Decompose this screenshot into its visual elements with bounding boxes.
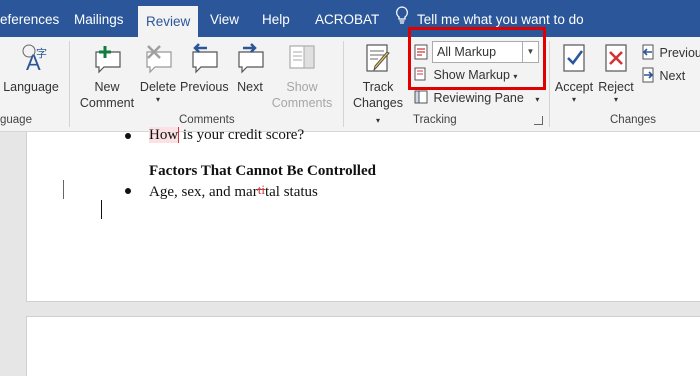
next-change-label: Next — [659, 69, 686, 83]
inserted-text: How — [149, 127, 180, 143]
new-comment-label-2: Comment — [79, 96, 135, 110]
show-comments-label-2: Comments — [271, 96, 333, 110]
highlight-box — [408, 27, 546, 90]
list-item-text: tal status — [264, 184, 318, 200]
accept-icon — [563, 44, 585, 72]
track-changes-button[interactable]: Track Changes ▾ — [350, 43, 406, 129]
language-button[interactable]: A字 Language — [0, 43, 62, 95]
deleted-text: ti — [257, 182, 265, 197]
bullet — [125, 133, 131, 139]
document-page-next[interactable] — [26, 316, 700, 376]
tell-me-text: Tell me what you want to do — [417, 12, 584, 27]
change-bar — [63, 180, 64, 199]
tab-mailings[interactable]: Mailings — [74, 0, 124, 37]
list-item-credit-score[interactable]: How is your credit score? — [149, 127, 304, 144]
next-comment-button[interactable]: Next — [230, 43, 270, 95]
group-divider — [549, 41, 550, 127]
next-comment-icon — [238, 43, 264, 74]
delete-dropdown-icon: ▾ — [155, 95, 160, 104]
new-comment-label-1: New — [94, 80, 120, 94]
reviewing-pane-button[interactable]: Reviewing Pane ▾ — [414, 90, 539, 105]
previous-change-icon — [640, 44, 656, 60]
tab-references[interactable]: eferences — [0, 0, 59, 37]
document-area[interactable]: How is your credit score? Factors That C… — [0, 127, 700, 376]
previous-change-label: Previous — [659, 46, 700, 60]
chevron-down-icon: ▾ — [613, 95, 618, 104]
text-cursor — [101, 200, 102, 219]
section-heading[interactable]: Factors That Cannot Be Controlled — [149, 163, 376, 180]
lightbulb-icon — [395, 0, 409, 40]
reject-icon — [605, 44, 627, 72]
accept-button[interactable]: Accept ▾ — [553, 43, 595, 105]
chevron-down-icon: ▾ — [535, 95, 540, 104]
tracking-group-label: Tracking — [413, 114, 457, 126]
show-comments-icon — [289, 45, 315, 69]
previous-change-button[interactable]: Previous — [640, 44, 700, 60]
delete-label: Delete — [139, 80, 177, 94]
reject-label: Reject — [598, 80, 634, 94]
group-divider — [69, 41, 70, 127]
tab-review[interactable]: Review — [138, 6, 199, 37]
svg-text:字: 字 — [36, 46, 47, 60]
chevron-down-icon: ▾ — [571, 95, 576, 104]
reviewing-pane-icon — [414, 90, 428, 104]
new-comment-icon — [95, 46, 121, 74]
show-comments-button[interactable]: Show Comments — [270, 43, 334, 111]
document-page[interactable]: How is your credit score? Factors That C… — [26, 127, 700, 302]
tab-help[interactable]: Help — [262, 0, 290, 37]
delete-comment-button[interactable]: Delete ▾ — [137, 43, 179, 105]
previous-comment-icon — [192, 43, 218, 74]
next-change-button[interactable]: Next — [640, 67, 685, 83]
list-item-text: Age, sex, and mar — [149, 184, 258, 200]
bullet — [125, 188, 131, 194]
language-label: Language — [3, 80, 59, 94]
delete-comment-icon — [146, 45, 172, 74]
reject-button[interactable]: Reject ▾ — [596, 43, 636, 105]
language-group-label: guage — [0, 114, 32, 126]
tab-view[interactable]: View — [210, 0, 239, 37]
previous-comment-label: Previous — [180, 80, 229, 94]
track-changes-label-2: Changes ▾ — [352, 96, 404, 125]
changes-group-label: Changes — [610, 114, 657, 126]
dialog-launcher-icon[interactable] — [534, 116, 543, 125]
list-item-text: is your credit score? — [179, 127, 305, 143]
list-item-age[interactable]: Age, sex, and martital status — [149, 182, 318, 201]
show-comments-label-1: Show — [286, 80, 318, 94]
accept-label: Accept — [554, 80, 594, 94]
language-icon: A字 — [22, 44, 47, 75]
reviewing-pane-label: Reviewing Pane — [433, 91, 524, 105]
track-changes-icon — [366, 44, 390, 72]
track-changes-label-1: Track — [362, 80, 394, 94]
group-divider — [343, 41, 344, 127]
next-comment-label: Next — [237, 80, 263, 94]
next-change-icon — [640, 67, 656, 83]
comments-group-label: Comments — [179, 114, 235, 126]
new-comment-button[interactable]: New Comment — [78, 43, 136, 111]
ribbon: A字 Language guage New Comment Delete ▾ P… — [0, 27, 700, 132]
ribbon-tab-bar: eferences Mailings Review View Help ACRO… — [0, 0, 700, 37]
previous-comment-button[interactable]: Previous — [180, 43, 229, 95]
tab-acrobat[interactable]: ACROBAT — [315, 0, 379, 37]
